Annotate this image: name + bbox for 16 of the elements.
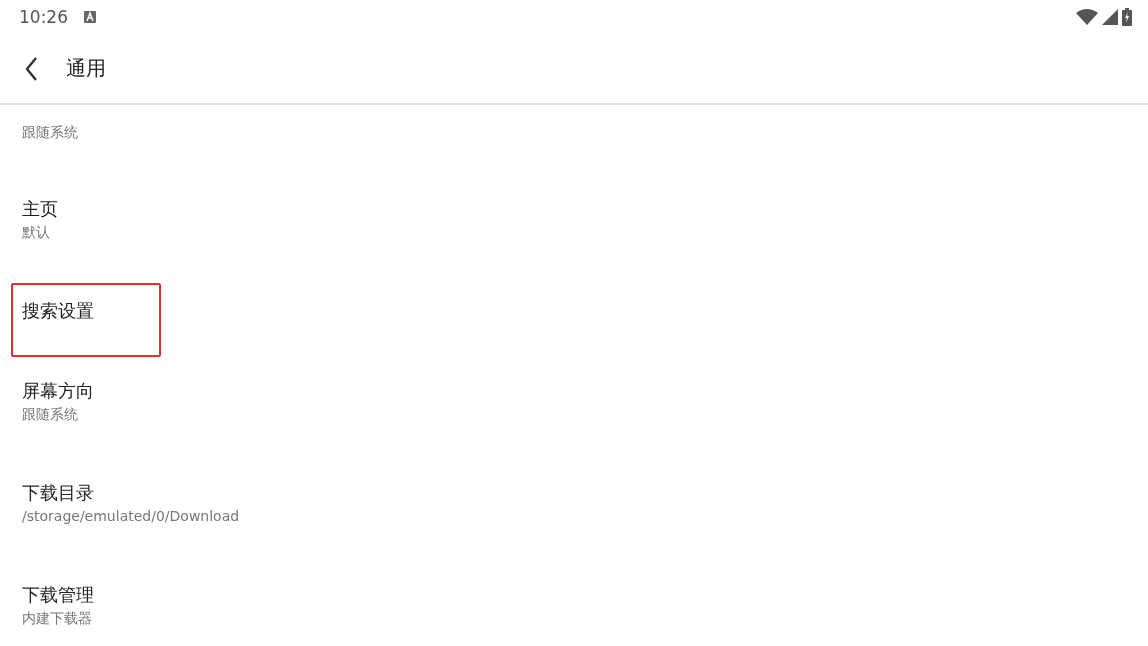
notification-icon	[84, 11, 96, 23]
item-subtitle: 默认	[22, 223, 50, 242]
page-title: 通用	[66, 55, 106, 82]
status-time: 10:26	[19, 7, 68, 27]
item-title: 下载管理	[22, 583, 94, 607]
item-subtitle: 跟随系统	[22, 405, 78, 424]
item-title: 屏幕方向	[22, 379, 94, 403]
item-subtitle: /storage/emulated/0/Download	[22, 507, 240, 526]
signal-icon	[1102, 9, 1118, 25]
battery-icon	[1122, 8, 1132, 26]
item-title: 主页	[22, 197, 58, 221]
item-title: 下载目录	[22, 481, 94, 505]
item-subtitle: 跟随系统	[22, 123, 78, 142]
item-subtitle: 内建下载器	[22, 609, 92, 628]
wifi-icon	[1076, 9, 1098, 25]
item-title: 搜索设置	[22, 299, 94, 323]
